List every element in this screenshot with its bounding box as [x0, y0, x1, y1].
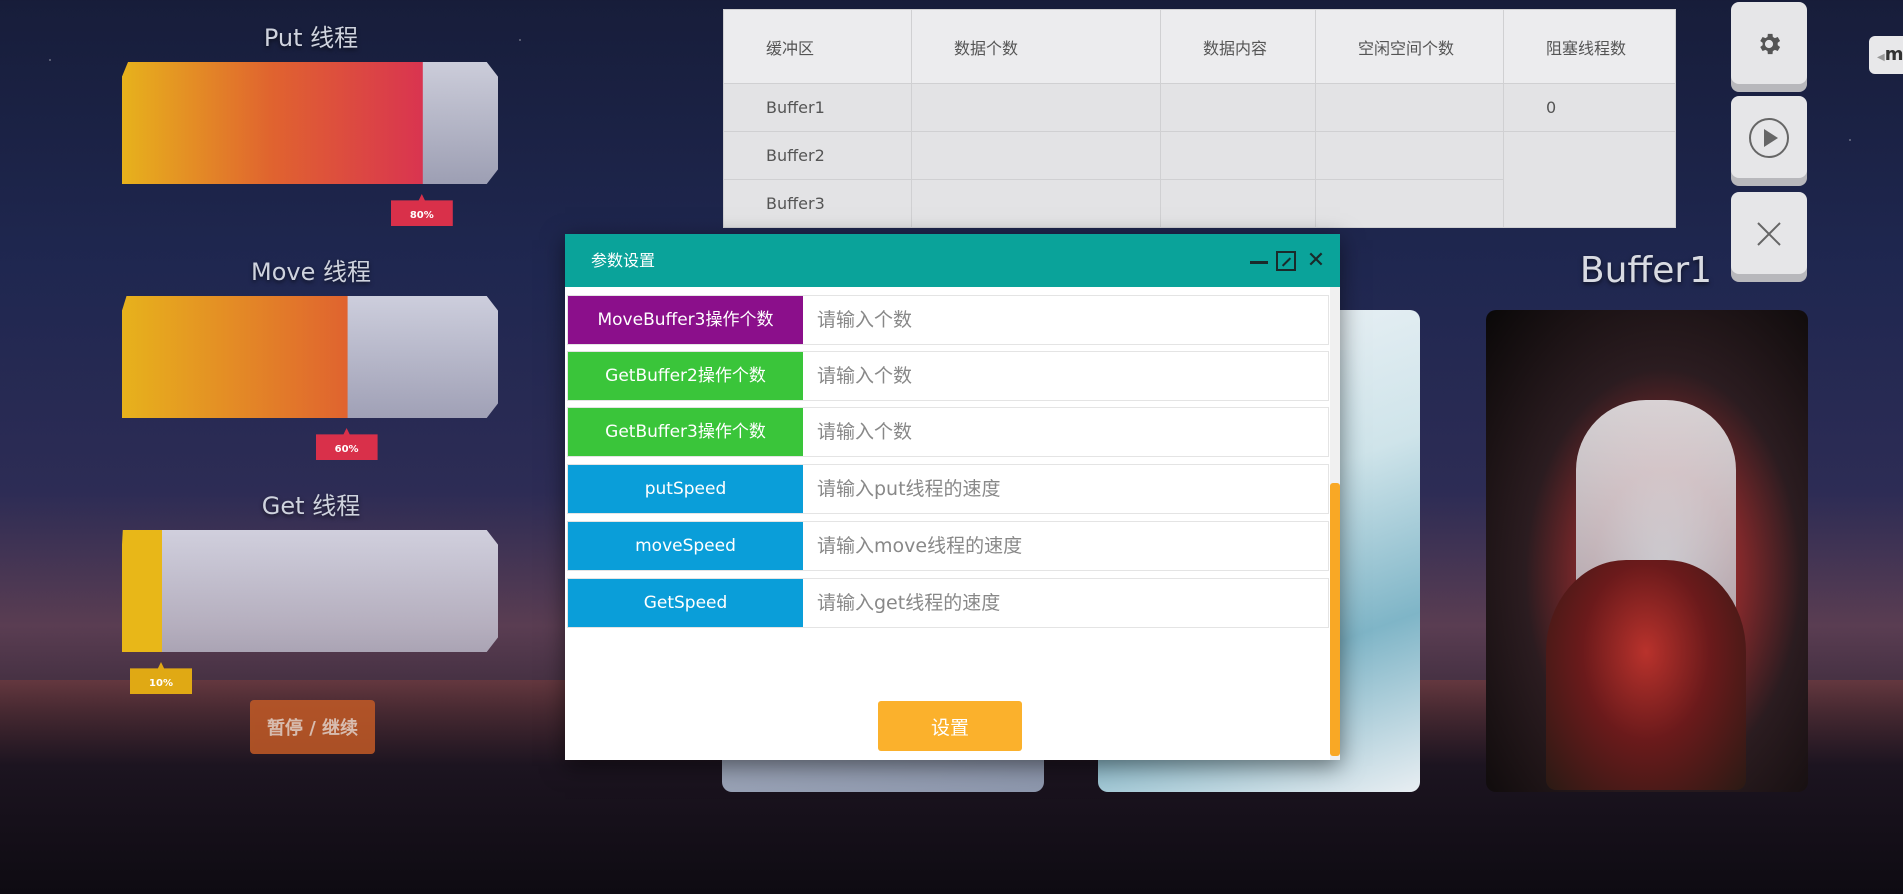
- buffer-card-image: [1486, 310, 1808, 792]
- dialog-body: MoveBuffer3操作个数 GetBuffer2操作个数 GetBuffer…: [565, 287, 1340, 760]
- table-cell: 0: [1503, 83, 1676, 132]
- get-thread-bar: 10%: [120, 530, 502, 694]
- scrollbar-thumb[interactable]: [1330, 483, 1340, 756]
- settings-button[interactable]: [1731, 2, 1807, 84]
- form-scroll-area: MoveBuffer3操作个数 GetBuffer2操作个数 GetBuffer…: [567, 287, 1329, 760]
- percent-tag: 60%: [315, 428, 378, 460]
- move-speed-input[interactable]: [803, 522, 1328, 570]
- field-label: GetSpeed: [568, 579, 803, 627]
- table-cell: [1503, 131, 1676, 180]
- side-tab-label: m: [1884, 44, 1903, 65]
- table-cell: [1315, 83, 1504, 132]
- form-row-movebuffer3-count: MoveBuffer3操作个数: [567, 295, 1329, 345]
- buffer-status-table: 缓冲区 数据个数 数据内容 空闲空间个数 阻塞线程数 Buffer1 0 Buf…: [723, 9, 1676, 228]
- get-thread-panel: Get 线程 10%: [120, 488, 502, 694]
- getbuffer2-count-input[interactable]: [803, 352, 1328, 400]
- table-cell: Buffer3: [723, 179, 912, 228]
- play-button[interactable]: [1731, 96, 1807, 178]
- bar-fill: [122, 530, 162, 652]
- caret-left-icon: ◀: [1877, 52, 1885, 63]
- table-cell: [1160, 131, 1316, 180]
- table-cell: [911, 179, 1161, 228]
- play-icon: [1749, 118, 1789, 159]
- table-row: Buffer1 0: [723, 83, 1676, 132]
- side-panel-tab[interactable]: ◀m: [1869, 36, 1903, 74]
- form-row-get-speed: GetSpeed: [567, 578, 1329, 628]
- field-label: moveSpeed: [568, 522, 803, 570]
- table-cell: [1315, 131, 1504, 180]
- table-cell: [1160, 83, 1316, 132]
- column-header: 数据内容: [1160, 9, 1316, 84]
- table-cell: [1315, 179, 1504, 228]
- form-row-getbuffer3-count: GetBuffer3操作个数: [567, 407, 1329, 457]
- close-icon[interactable]: ✕: [1304, 248, 1328, 273]
- bar-track: [122, 530, 498, 652]
- maximize-icon[interactable]: [1276, 250, 1296, 271]
- form-row-getbuffer2-count: GetBuffer2操作个数: [567, 351, 1329, 401]
- table-cell: [911, 83, 1161, 132]
- table-row: Buffer3: [723, 179, 1676, 228]
- column-header: 数据个数: [911, 9, 1161, 84]
- move-thread-title: Move 线程: [251, 258, 371, 286]
- form-row-move-speed: moveSpeed: [567, 521, 1329, 571]
- table-cell: [911, 131, 1161, 180]
- bar-fill: [122, 296, 348, 418]
- minimize-icon[interactable]: [1250, 261, 1268, 264]
- buffer-heading: Buffer1: [1579, 250, 1713, 291]
- table-header-row: 缓冲区 数据个数 数据内容 空闲空间个数 阻塞线程数: [723, 9, 1676, 84]
- field-label: GetBuffer2操作个数: [568, 352, 803, 400]
- field-label: GetBuffer3操作个数: [568, 408, 803, 456]
- close-icon: [1757, 222, 1781, 246]
- put-thread-title: Put 线程: [263, 24, 359, 52]
- dialog-header: 参数设置 ✕: [565, 234, 1340, 287]
- put-speed-input[interactable]: [803, 465, 1328, 513]
- get-speed-input[interactable]: [803, 579, 1328, 627]
- dialog-title: 参数设置: [591, 251, 656, 270]
- column-header: 空闲空间个数: [1315, 9, 1504, 84]
- getbuffer3-count-input[interactable]: [803, 408, 1328, 456]
- pause-resume-button[interactable]: 暂停 / 继续: [250, 700, 375, 754]
- percent-tag: 10%: [130, 662, 192, 694]
- parameter-settings-dialog: 参数设置 ✕ MoveBuffer3操作个数 GetBuffer2操作个数 Ge…: [565, 234, 1340, 760]
- table-cell: Buffer2: [723, 131, 912, 180]
- table-cell: Buffer1: [723, 83, 912, 132]
- bar-fill: [122, 62, 423, 184]
- move-thread-bar: 60%: [120, 296, 502, 460]
- movebuffer3-count-input[interactable]: [803, 296, 1328, 344]
- table-cell: [1160, 179, 1316, 228]
- put-thread-panel: Put 线程 80%: [120, 20, 502, 226]
- artwork-armor: [1546, 560, 1746, 790]
- form-row-put-speed: putSpeed: [567, 464, 1329, 514]
- table-row: Buffer2: [723, 131, 1676, 180]
- dialog-window-controls: ✕: [1250, 234, 1328, 287]
- field-label: MoveBuffer3操作个数: [568, 296, 803, 344]
- column-header: 阻塞线程数: [1503, 9, 1676, 84]
- move-thread-panel: Move 线程 60%: [120, 254, 502, 460]
- table-cell: [1503, 179, 1676, 228]
- scrollbar[interactable]: [1330, 287, 1340, 760]
- percent-tag: 80%: [390, 194, 453, 226]
- column-header: 缓冲区: [723, 9, 912, 84]
- field-label: putSpeed: [568, 465, 803, 513]
- put-thread-bar: 80%: [120, 62, 502, 226]
- apply-settings-button[interactable]: 设置: [878, 701, 1022, 751]
- get-thread-title: Get 线程: [261, 492, 361, 520]
- gear-icon: [1760, 33, 1781, 55]
